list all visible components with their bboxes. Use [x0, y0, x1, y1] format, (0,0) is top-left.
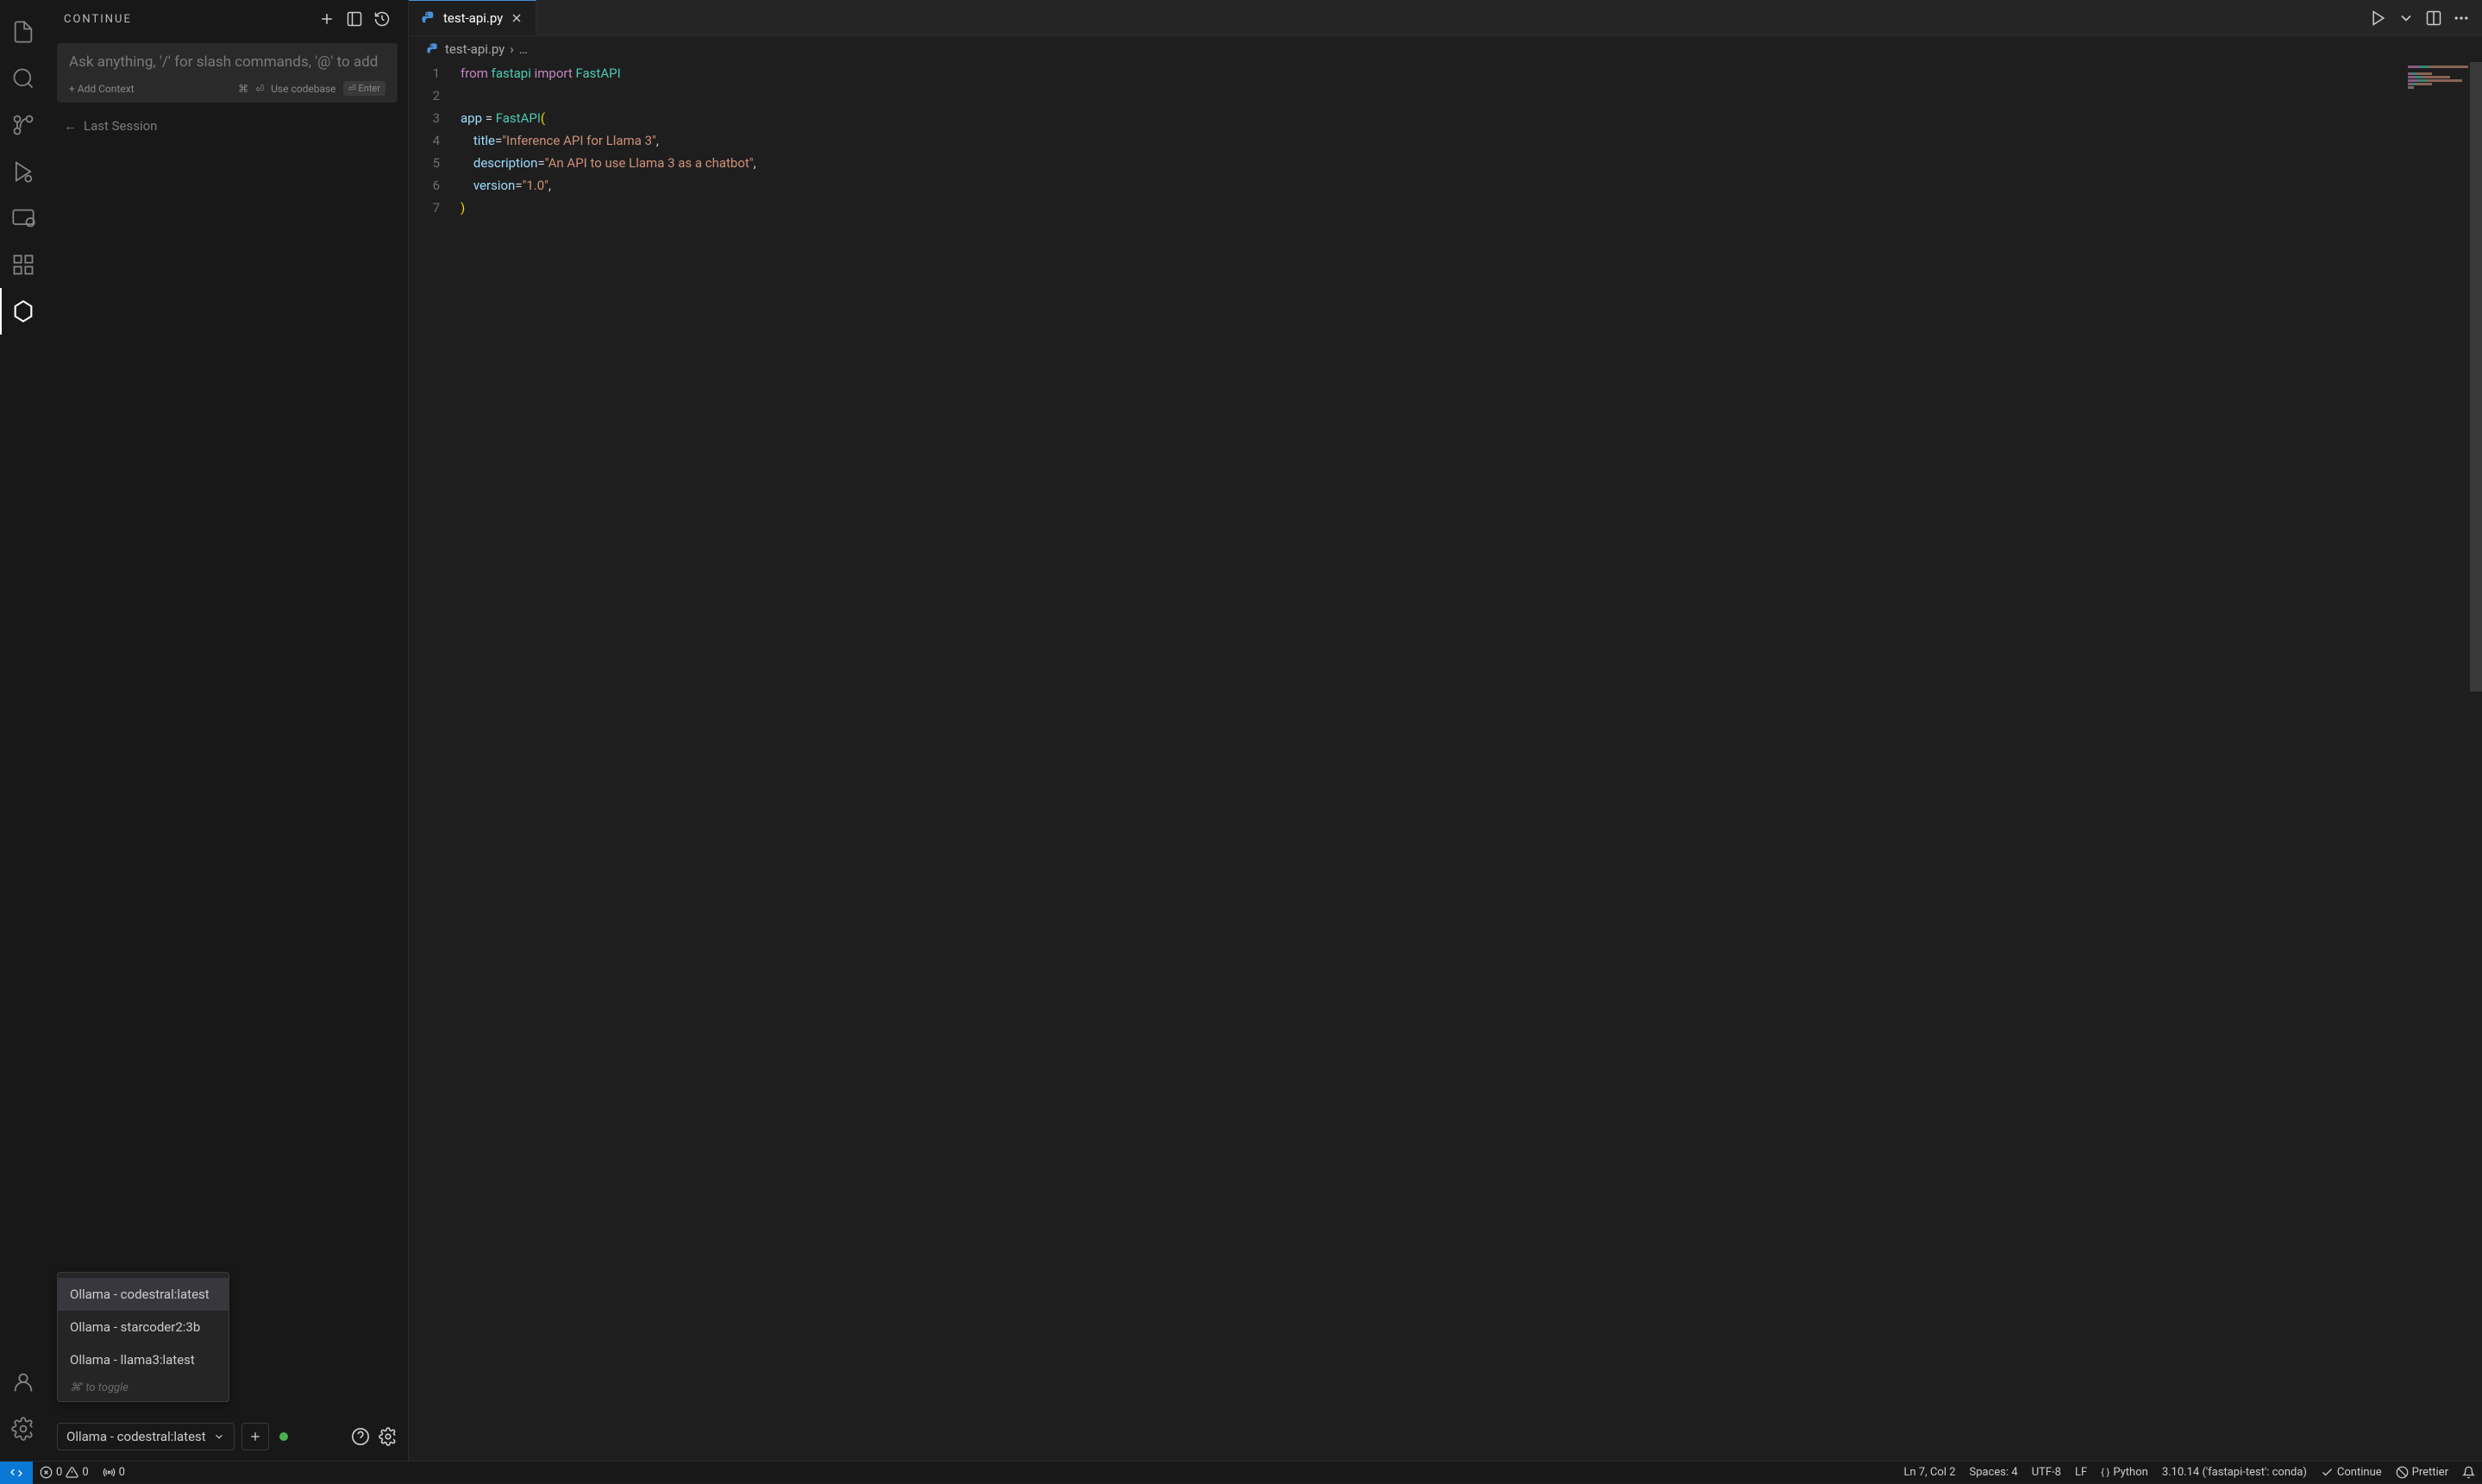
problems-status[interactable]: 0 0: [33, 1466, 96, 1479]
editor-tab[interactable]: test-api.py: [409, 0, 536, 35]
model-option[interactable]: Ollama - codestral:latest: [58, 1278, 229, 1311]
remote-button[interactable]: [0, 1462, 33, 1484]
code-content[interactable]: from fastapi import FastAPI app = FastAP…: [461, 62, 756, 1461]
model-selector[interactable]: Ollama - codestral:latest: [57, 1423, 235, 1450]
encoding-status[interactable]: UTF-8: [2025, 1466, 2068, 1479]
breadcrumb[interactable]: test-api.py › …: [409, 36, 2482, 62]
close-tab-icon[interactable]: [510, 11, 523, 25]
enter-symbol: ⏎: [255, 83, 264, 95]
model-option[interactable]: Ollama - starcoder2:3b: [58, 1311, 229, 1343]
notifications-icon[interactable]: [2455, 1466, 2482, 1479]
eol-status[interactable]: LF: [2068, 1466, 2094, 1479]
accounts-icon[interactable]: [0, 1359, 47, 1406]
model-option[interactable]: Ollama - llama3:latest: [58, 1343, 229, 1376]
ports-status[interactable]: 0: [96, 1466, 132, 1479]
code-editor[interactable]: 1234567 from fastapi import FastAPI app …: [409, 62, 2482, 1461]
more-actions-icon[interactable]: [2453, 9, 2470, 27]
settings-gear-icon[interactable]: [0, 1406, 47, 1452]
activity-bar: [0, 0, 47, 1461]
history-icon[interactable]: [373, 10, 391, 28]
last-session-link[interactable]: ← Last Session: [64, 118, 391, 134]
status-bar: 0 0 0 Ln 7, Col 2 Spaces: 4 UTF-8 LF { }…: [0, 1461, 2482, 1483]
python-file-icon: [426, 42, 440, 56]
help-icon[interactable]: [351, 1427, 370, 1446]
arrow-left-icon: ←: [64, 118, 77, 134]
add-context-hint[interactable]: + Add Context: [69, 83, 135, 95]
toggle-hint: ⌘' to toggle: [58, 1376, 229, 1396]
run-debug-icon[interactable]: [0, 148, 47, 195]
broadcast-icon: [103, 1466, 116, 1479]
add-model-button[interactable]: [241, 1423, 269, 1450]
python-file-icon: [421, 10, 436, 26]
check-icon: [2321, 1466, 2334, 1479]
continue-sidebar: CONTINUE Ask anything, '/' for slash com…: [47, 0, 409, 1461]
chevron-down-icon: [213, 1431, 225, 1443]
status-indicator: [279, 1432, 288, 1441]
sidebar-title: CONTINUE: [47, 0, 408, 36]
split-editor-icon[interactable]: [2425, 9, 2442, 27]
cursor-position[interactable]: Ln 7, Col 2: [1896, 1466, 1962, 1479]
minimap[interactable]: [2408, 66, 2468, 91]
remote-explorer-icon[interactable]: [0, 195, 47, 241]
search-icon[interactable]: [0, 55, 47, 102]
warning-icon: [66, 1466, 78, 1479]
cmd-key-hint: ⌘: [238, 83, 248, 95]
tab-label: test-api.py: [443, 10, 503, 26]
run-file-icon[interactable]: [2370, 9, 2387, 27]
chat-placeholder: Ask anything, '/' for slash commands, '@…: [69, 53, 385, 71]
interpreter-status[interactable]: 3.10.14 ('fastapi-test': conda): [2155, 1466, 2314, 1479]
continue-extension-icon[interactable]: [0, 288, 47, 335]
model-dropdown-popup: Ollama - codestral:latest Ollama - starc…: [57, 1272, 229, 1402]
scrollbar[interactable]: [2470, 62, 2482, 1461]
enter-hint: ⏎ Enter: [343, 81, 385, 96]
use-codebase-hint: Use codebase: [271, 83, 335, 95]
run-dropdown-icon[interactable]: [2397, 9, 2415, 27]
extensions-icon[interactable]: [0, 241, 47, 288]
disabled-icon: [2396, 1466, 2409, 1479]
prettier-status[interactable]: Prettier: [2389, 1466, 2455, 1479]
expand-icon[interactable]: [346, 10, 363, 28]
editor-area: test-api.py test-api.py › … 1234567 from…: [409, 0, 2482, 1461]
line-numbers: 1234567: [409, 62, 461, 1461]
continue-status[interactable]: Continue: [2314, 1466, 2389, 1479]
source-control-icon[interactable]: [0, 102, 47, 148]
new-chat-icon[interactable]: [318, 10, 335, 28]
settings-icon[interactable]: [379, 1427, 398, 1446]
chat-input[interactable]: Ask anything, '/' for slash commands, '@…: [57, 43, 398, 103]
error-icon: [40, 1466, 53, 1479]
tab-bar: test-api.py: [409, 0, 2482, 36]
language-status[interactable]: { } Python: [2094, 1466, 2155, 1479]
indentation-status[interactable]: Spaces: 4: [1963, 1466, 2025, 1479]
explorer-icon[interactable]: [0, 9, 47, 55]
chevron-right-icon: ›: [510, 41, 514, 57]
